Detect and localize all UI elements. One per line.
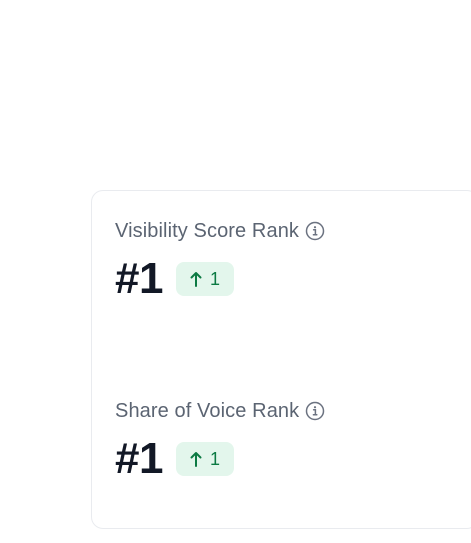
visibility-score-rank-metric: Visibility Score Rank #1 1 xyxy=(115,218,325,301)
metric-value: #1 xyxy=(115,434,163,483)
arrow-up-icon xyxy=(190,451,202,467)
metric-label-row: Share of Voice Rank xyxy=(115,398,325,424)
change-badge: 1 xyxy=(175,262,234,296)
change-badge: 1 xyxy=(175,442,234,476)
info-circle-icon[interactable] xyxy=(305,221,325,241)
change-value: 1 xyxy=(209,448,220,469)
metric-value: #1 xyxy=(115,254,163,303)
page: Visibility Score Rank #1 1 Share of Voic… xyxy=(0,0,471,543)
metric-label: Share of Voice Rank xyxy=(115,399,300,422)
metric-value-row: #1 1 xyxy=(115,257,325,301)
metric-value-row: #1 1 xyxy=(115,437,325,481)
metric-label: Visibility Score Rank xyxy=(115,219,300,242)
share-of-voice-rank-metric: Share of Voice Rank #1 1 xyxy=(115,398,325,481)
rank-metrics-card: Visibility Score Rank #1 1 Share of Voic… xyxy=(91,190,471,529)
metric-label-row: Visibility Score Rank xyxy=(115,218,325,244)
arrow-up-icon xyxy=(190,271,202,287)
info-circle-icon[interactable] xyxy=(305,401,325,421)
change-value: 1 xyxy=(209,268,220,289)
